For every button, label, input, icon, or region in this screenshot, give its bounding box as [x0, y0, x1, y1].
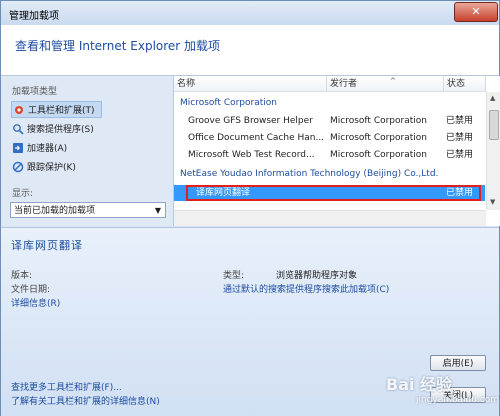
show-label: 显示:	[12, 189, 34, 199]
file-date-label: 文件日期:	[11, 285, 51, 295]
table-row[interactable]: Groove GFS Browser Helper Microsoft Corp…	[174, 113, 485, 129]
type-label: 类型:	[223, 271, 245, 281]
type-value: 浏览器帮助程序对象	[276, 271, 358, 281]
addon-type-label: 加速器(A)	[27, 144, 68, 154]
window-title: 管理加载项	[9, 11, 59, 22]
title-bar: 管理加载项 ✕	[1, 1, 499, 25]
table-row[interactable]: Office Document Cache Han... Microsoft C…	[174, 130, 485, 146]
highlight-box	[186, 185, 481, 201]
close-window-button[interactable]: ✕	[454, 2, 498, 22]
horizontal-scrollbar[interactable]	[174, 210, 486, 226]
scroll-thumb[interactable]	[489, 110, 499, 140]
addon-type-label: 工具栏和扩展(T)	[28, 106, 95, 116]
show-dropdown-value: 当前已加载的加载项	[14, 206, 96, 216]
gear-icon	[12, 103, 25, 116]
addon-list: 名称 发行者 ^ 状态 Microsoft Corporation Groove…	[173, 76, 500, 226]
addon-type-label: 搜索提供程序(S)	[27, 125, 94, 135]
scroll-up-icon[interactable]: ▲	[490, 94, 495, 102]
block-icon	[11, 160, 24, 173]
group-header: Microsoft Corporation	[180, 98, 277, 108]
more-info-link[interactable]: 详细信息(R)	[11, 296, 60, 309]
addon-type-accelerators[interactable]: 加速器(A)	[11, 140, 67, 155]
enable-button[interactable]: 启用(E)	[430, 355, 486, 371]
vertical-scrollbar[interactable]: ▲ ▼	[486, 92, 500, 210]
sort-ascending-icon: ^	[390, 77, 396, 85]
group-header: NetEase Youdao Information Technology (B…	[180, 169, 439, 179]
scroll-down-icon[interactable]: ▼	[490, 198, 495, 206]
addon-types-label: 加载项类型	[12, 87, 58, 97]
column-header-publisher[interactable]: 发行者 ^	[327, 76, 444, 92]
column-header-name[interactable]: 名称	[174, 76, 327, 92]
table-row[interactable]: Microsoft Web Test Record... Microsoft C…	[174, 147, 485, 163]
version-label: 版本:	[11, 271, 33, 281]
addon-type-label: 跟踪保护(K)	[27, 163, 76, 173]
addon-type-tracking-protection[interactable]: 跟踪保护(K)	[11, 159, 76, 174]
search-addon-link[interactable]: 通过默认的搜索提供程序搜索此加载项(C)	[223, 282, 389, 295]
header-title: 查看和管理 Internet Explorer 加载项	[15, 39, 221, 53]
chevron-down-icon: ▼	[154, 206, 161, 215]
addon-type-toolbars[interactable]: 工具栏和扩展(T)	[11, 101, 102, 118]
header: 查看和管理 Internet Explorer 加载项	[1, 25, 499, 76]
manage-addons-window: 管理加载项 ✕ 查看和管理 Internet Explorer 加载项 加载项类…	[0, 0, 500, 416]
find-more-link[interactable]: 查找更多工具栏和扩展(F)...	[11, 380, 122, 393]
column-header-status[interactable]: 状态	[444, 76, 486, 92]
addon-type-search[interactable]: 搜索提供程序(S)	[11, 121, 94, 136]
addon-types-pane: 加载项类型 工具栏和扩展(T) 搜索提供程序(S) 加速器(A) 跟踪保护(K)	[1, 76, 173, 226]
accelerator-icon	[11, 141, 24, 154]
show-dropdown[interactable]: 当前已加载的加载项 ▼	[10, 202, 166, 218]
selected-addon-name: 译库网页翻译	[11, 239, 83, 252]
search-icon	[11, 122, 24, 135]
learn-more-link[interactable]: 了解有关工具栏和扩展的详细信息(N)	[11, 394, 160, 407]
watermark: Bai 经验 jingyan.baidu.com	[386, 375, 500, 405]
